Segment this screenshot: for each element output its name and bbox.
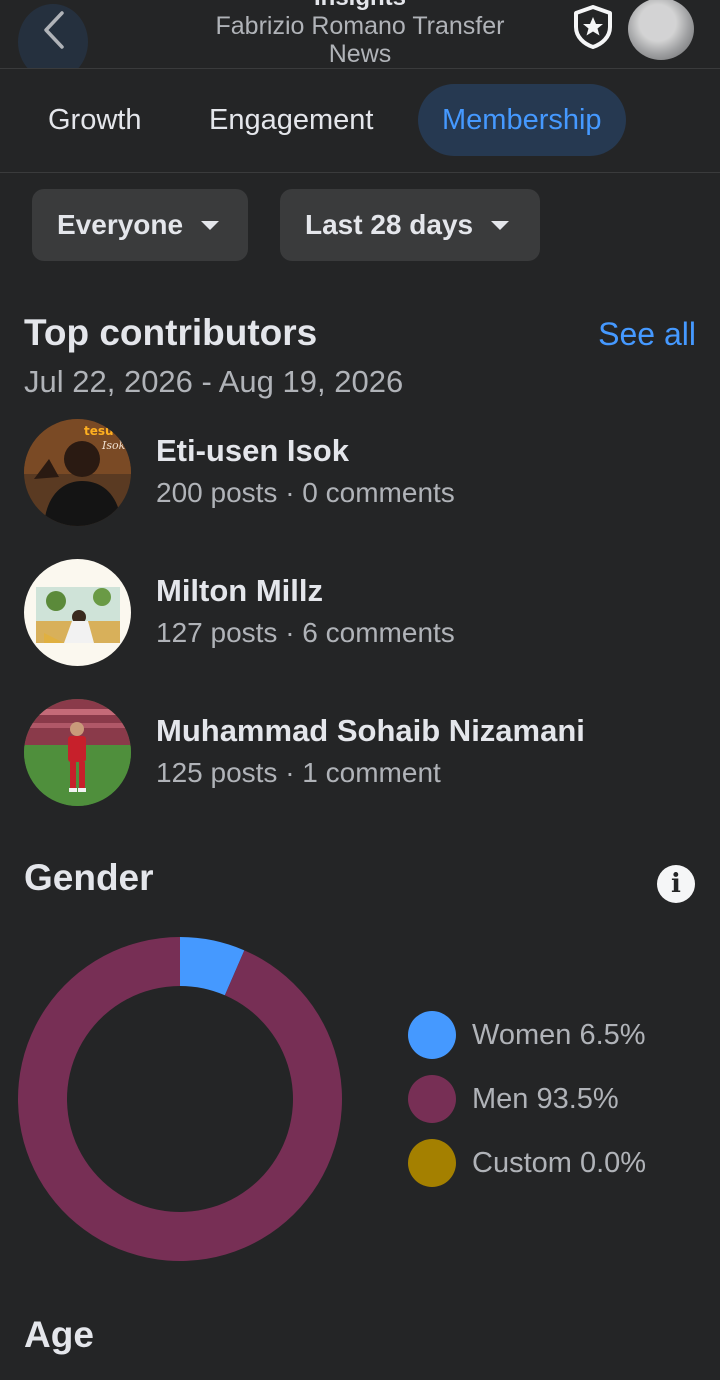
contributor-avatar[interactable] bbox=[24, 559, 131, 666]
gender-donut-chart bbox=[18, 937, 342, 1261]
period-filter-dropdown[interactable]: Last 28 days bbox=[280, 189, 540, 261]
svg-text:tesu: tesu bbox=[84, 424, 114, 438]
period-filter-value: Last 28 days bbox=[305, 209, 474, 240]
top-app-bar: Insights Fabrizio Romano Transfer News bbox=[0, 0, 720, 69]
contributor-stats: 200 posts · 0 comments bbox=[156, 477, 455, 508]
info-icon[interactable]: i bbox=[657, 865, 695, 903]
chevron-left-icon bbox=[44, 11, 64, 49]
caret-down-icon bbox=[201, 220, 220, 230]
back-button[interactable] bbox=[18, 4, 88, 68]
legend-swatch-custom bbox=[408, 1139, 456, 1187]
tab-membership[interactable]: Membership bbox=[418, 84, 626, 156]
tab-engagement[interactable]: Engagement bbox=[185, 84, 397, 156]
audience-filter-dropdown[interactable]: Everyone bbox=[32, 189, 248, 261]
caret-down-icon bbox=[491, 220, 510, 230]
see-all-link[interactable]: See all bbox=[598, 316, 696, 353]
donut-slice-men bbox=[18, 937, 342, 1261]
admin-badge-icon[interactable] bbox=[570, 4, 616, 50]
audience-filter-value: Everyone bbox=[57, 209, 184, 240]
page-title-block: Insights Fabrizio Romano Transfer News bbox=[170, 0, 550, 68]
contributor-stats: 125 posts · 1 comment bbox=[156, 757, 441, 788]
insights-tabs: Growth Engagement Membership bbox=[0, 68, 720, 173]
contributor-avatar[interactable]: tesu Isok bbox=[24, 419, 131, 526]
contributor-avatar[interactable] bbox=[24, 699, 131, 806]
tab-growth[interactable]: Growth bbox=[24, 84, 165, 156]
avatar-caption: Isok bbox=[101, 439, 126, 452]
legend-label-women: Women 6.5% bbox=[472, 1019, 646, 1051]
group-name-line-2: News bbox=[328, 40, 392, 68]
profile-avatar[interactable] bbox=[628, 0, 694, 60]
legend-swatch-men bbox=[408, 1075, 456, 1123]
legend-label-custom: Custom 0.0% bbox=[472, 1147, 647, 1179]
contributor-stats: 127 posts · 6 comments bbox=[156, 617, 455, 648]
contributor-row[interactable]: Muhammad Sohaib Nizamani 125 posts · 1 c… bbox=[24, 699, 704, 807]
legend-swatch-women bbox=[408, 1011, 456, 1059]
gender-title: Gender bbox=[24, 857, 154, 898]
contributor-row[interactable]: Milton Millz 127 posts · 6 comments bbox=[24, 559, 704, 667]
legend-label-men: Men 93.5% bbox=[472, 1083, 619, 1115]
contributor-name[interactable]: Milton Millz bbox=[156, 573, 323, 609]
group-name-line-1: Fabrizio Romano Transfer bbox=[215, 12, 505, 40]
page-title: Insights bbox=[170, 0, 550, 12]
top-contributors-title: Top contributors bbox=[24, 312, 318, 353]
date-range-label: Jul 22, 2026 - Aug 19, 2026 bbox=[24, 364, 404, 399]
age-title: Age bbox=[24, 1314, 94, 1355]
contributor-row[interactable]: tesu Isok Eti-usen Isok 200 posts · 0 co… bbox=[24, 419, 704, 527]
contributor-name[interactable]: Muhammad Sohaib Nizamani bbox=[156, 713, 585, 749]
contributor-name[interactable]: Eti-usen Isok bbox=[156, 433, 349, 469]
